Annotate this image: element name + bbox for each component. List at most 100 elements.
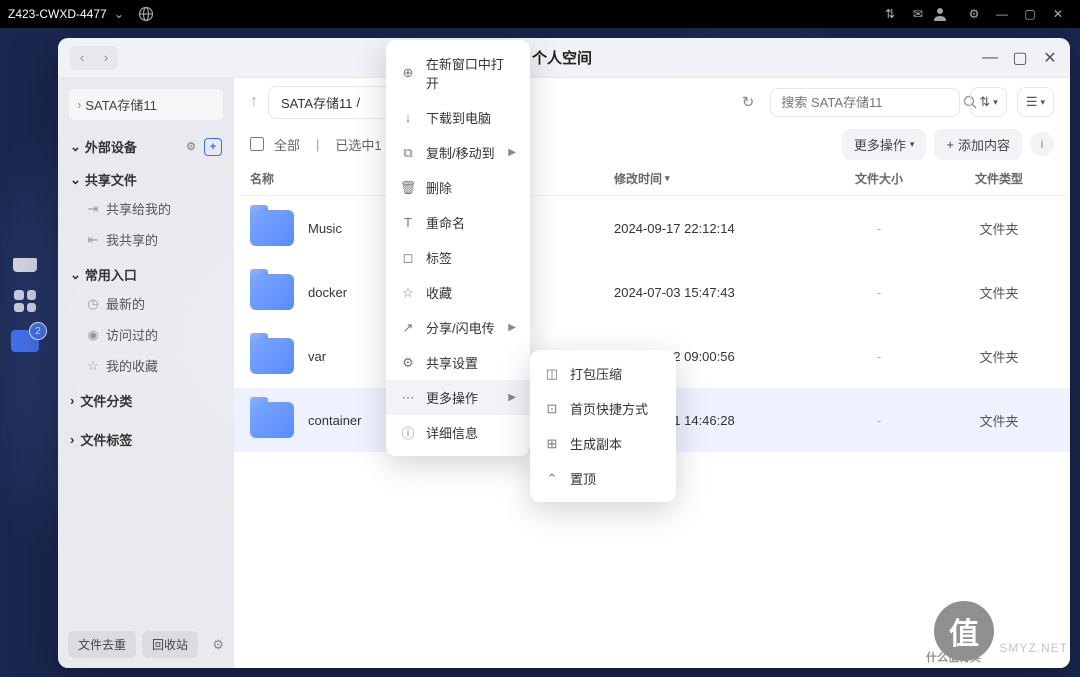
- context-menu-item[interactable]: ⌃ 置顶: [530, 461, 676, 496]
- view-mode-button[interactable]: ☰▾: [1017, 87, 1054, 117]
- context-menu-item[interactable]: ⚙共享设置: [386, 345, 530, 380]
- context-menu-item[interactable]: ⊞生成副本: [530, 426, 676, 461]
- context-menu-item[interactable]: ⊕在新窗口中打开: [386, 46, 530, 100]
- chevron-right-icon: ▶: [508, 147, 516, 158]
- sort-desc-icon: ▾: [665, 173, 670, 184]
- context-menu-item[interactable]: ◫打包压缩: [530, 356, 676, 391]
- file-size: -: [814, 221, 944, 236]
- dock-files-icon[interactable]: [11, 330, 39, 352]
- chevron-right-icon: ›: [70, 393, 74, 408]
- file-mtime: 2024-09-17 22:12:14: [614, 221, 814, 236]
- context-menu-item[interactable]: ⋯更多操作▶: [386, 380, 530, 415]
- chevron-right-icon: ▶: [508, 322, 516, 333]
- col-mtime[interactable]: 修改时间▾: [614, 170, 814, 187]
- sidebar-item-favorites[interactable]: ☆我的收藏: [58, 350, 234, 381]
- nav-back-button[interactable]: ‹: [70, 46, 94, 70]
- context-menu-item[interactable]: ⧉复制/移动到▶: [386, 135, 530, 170]
- folder-icon: [250, 338, 294, 374]
- sidebar-section-category[interactable]: › 文件分类: [58, 381, 234, 420]
- sidebar-settings-icon[interactable]: ⚙: [212, 637, 224, 653]
- eye-icon: ◉: [86, 327, 100, 343]
- menu-item-icon: ⌃: [544, 471, 560, 487]
- context-menu-item[interactable]: ⊡首页快捷方式: [530, 391, 676, 426]
- menu-item-icon: 🗑: [400, 180, 416, 196]
- dock-apps-icon[interactable]: [14, 290, 36, 312]
- chevron-right-icon: ›: [70, 432, 74, 447]
- menu-item-label: 分享/闪电传: [426, 318, 495, 337]
- menu-item-icon: ⋯: [400, 390, 416, 406]
- transfer-icon[interactable]: ⇅: [876, 7, 904, 21]
- folder-icon: [250, 274, 294, 310]
- sidebar-item-recent[interactable]: ◷最新的: [58, 288, 234, 319]
- sidebar-section-quick[interactable]: ⌄ 常用入口: [58, 255, 234, 288]
- file-name: container: [308, 413, 361, 428]
- table-row[interactable]: Music 2024-09-17 22:12:14 - 文件夹: [234, 196, 1070, 260]
- refresh-button[interactable]: ↻: [736, 93, 761, 111]
- file-type: 文件夹: [944, 347, 1054, 366]
- window-close-button[interactable]: ✕: [1042, 50, 1058, 66]
- menu-item-label: 在新窗口中打开: [426, 54, 516, 92]
- chevron-down-icon: ⌄: [70, 267, 81, 283]
- sidebar-storage-selector[interactable]: › SATA存储11: [68, 88, 224, 121]
- menu-item-icon: ⧉: [400, 145, 416, 161]
- menu-item-label: 首页快捷方式: [570, 399, 648, 418]
- context-menu-item[interactable]: ◻标签: [386, 240, 530, 275]
- gear-icon[interactable]: ⚙: [182, 138, 200, 156]
- sidebar-item-shared-by-me[interactable]: ⇤我共享的: [58, 224, 234, 255]
- menu-item-label: 更多操作: [426, 388, 478, 407]
- context-menu-item[interactable]: ⓘ详细信息: [386, 415, 530, 450]
- search-input[interactable]: [781, 95, 957, 110]
- more-actions-button[interactable]: 更多操作▾: [842, 129, 927, 160]
- hostname-menu[interactable]: Z423-CWXD-4477 ⌄: [8, 7, 124, 21]
- chevron-down-icon: ▾: [1040, 97, 1045, 108]
- menu-item-icon: ⓘ: [400, 423, 416, 442]
- select-all-checkbox[interactable]: [250, 137, 264, 151]
- toolbar: ↑ SATA存储11/ ↻ ⇅▾ ☰▾: [234, 78, 1070, 126]
- list-icon: ☰: [1026, 94, 1038, 110]
- dedup-button[interactable]: 文件去重: [68, 631, 136, 658]
- col-type[interactable]: 文件类型: [944, 170, 1054, 187]
- add-device-button[interactable]: +: [204, 138, 222, 156]
- mail-icon[interactable]: ✉: [904, 7, 932, 21]
- sidebar-section-external[interactable]: ⌄ 外部设备 ⚙ +: [58, 127, 234, 160]
- dock-storage-icon[interactable]: [13, 258, 37, 272]
- os-top-bar: Z423-CWXD-4477 ⌄ ⇅ ✉ ⚙ — ▢ ✕: [0, 0, 1080, 28]
- sidebar-item-visited[interactable]: ◉访问过的: [58, 319, 234, 350]
- gear-icon[interactable]: ⚙: [960, 7, 988, 21]
- nav-forward-button[interactable]: ›: [94, 46, 118, 70]
- context-menu: ⊕在新窗口中打开↓下载到电脑⧉复制/移动到▶🗑删除T重命名◻标签☆收藏↗分享/闪…: [386, 40, 530, 456]
- menu-item-icon: ⚙: [400, 355, 416, 371]
- sidebar-section-tags[interactable]: › 文件标签: [58, 420, 234, 459]
- menu-item-label: 收藏: [426, 283, 452, 302]
- menu-item-label: 置顶: [570, 469, 596, 488]
- col-size[interactable]: 文件大小: [814, 170, 944, 187]
- menu-item-label: 标签: [426, 248, 452, 267]
- selection-count: 已选中1 |: [335, 135, 388, 154]
- sort-button[interactable]: ⇅▾: [970, 87, 1006, 117]
- context-menu-item[interactable]: ↗分享/闪电传▶: [386, 310, 530, 345]
- window-minimize-button[interactable]: —: [982, 50, 998, 66]
- os-close-icon[interactable]: ✕: [1044, 7, 1072, 21]
- os-maximize-icon[interactable]: ▢: [1016, 7, 1044, 21]
- add-content-button[interactable]: +添加内容: [934, 129, 1022, 160]
- window-maximize-button[interactable]: ▢: [1012, 50, 1028, 66]
- file-type: 文件夹: [944, 411, 1054, 430]
- file-name: var: [308, 349, 326, 364]
- trash-button[interactable]: 回收站: [142, 631, 198, 658]
- os-minimize-icon[interactable]: —: [988, 7, 1016, 21]
- sidebar-section-shared[interactable]: ⌄ 共享文件: [58, 160, 234, 193]
- search-box[interactable]: [770, 88, 960, 117]
- file-size: -: [814, 285, 944, 300]
- info-button[interactable]: i: [1030, 132, 1054, 156]
- globe-icon[interactable]: [138, 6, 166, 22]
- context-menu-item[interactable]: T重命名: [386, 205, 530, 240]
- file-type: 文件夹: [944, 219, 1054, 238]
- user-icon[interactable]: [932, 6, 960, 22]
- plus-icon: +: [946, 137, 954, 152]
- up-folder-button[interactable]: ↑: [250, 93, 258, 111]
- sidebar-item-shared-with-me[interactable]: ⇥共享给我的: [58, 193, 234, 224]
- table-row[interactable]: docker 2024-07-03 15:47:43 - 文件夹: [234, 260, 1070, 324]
- context-menu-item[interactable]: 🗑删除: [386, 170, 530, 205]
- context-menu-item[interactable]: ☆收藏: [386, 275, 530, 310]
- context-menu-item[interactable]: ↓下载到电脑: [386, 100, 530, 135]
